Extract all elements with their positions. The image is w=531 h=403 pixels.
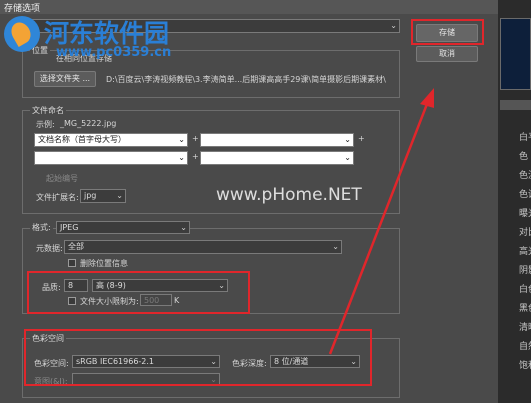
right-panel-label: 色温: [519, 171, 531, 181]
chevron-down-icon: ⌄: [178, 135, 185, 144]
right-panel-label: 白色: [519, 285, 531, 295]
chevron-down-icon: ⌄: [116, 191, 123, 200]
format-value: JPEG: [60, 223, 79, 232]
format-label: 格式:: [30, 222, 53, 233]
naming-field-3[interactable]: ⌄: [34, 151, 188, 165]
color-space-highlight: [24, 329, 372, 386]
remove-location-checkbox[interactable]: [68, 259, 76, 267]
cancel-button[interactable]: 取消: [416, 46, 478, 62]
panel-tab[interactable]: [500, 100, 531, 110]
file-naming-title: 文件命名: [30, 105, 66, 116]
chevron-down-icon: ⌄: [390, 21, 397, 30]
example-label: 示例:: [36, 120, 55, 129]
extension-select[interactable]: jpg ⌄: [80, 189, 126, 203]
choose-folder-button[interactable]: 选择文件夹 ...: [34, 71, 96, 87]
save-button-highlight: [411, 19, 484, 45]
folder-path: D:\百度云\李涛视频教程\3.李涛简单...后期课高高手29课\简单摄影后期课…: [106, 75, 386, 84]
watermark-text: www.pHome.NET: [216, 185, 362, 205]
right-panel-label: 黑色: [519, 304, 531, 314]
right-panel-label: 清晰: [519, 323, 531, 333]
start-number-label: 起始编号: [46, 174, 78, 183]
quality-highlight: [27, 271, 250, 314]
plus-icon: +: [358, 134, 365, 143]
right-panel-label: 曝光: [519, 209, 531, 219]
plus-icon: +: [192, 152, 199, 161]
metadata-label: 元数据:: [36, 244, 63, 253]
plus-icon: +: [192, 134, 199, 143]
right-panel-label: 自然: [519, 342, 531, 352]
naming-field-1[interactable]: 文档名称（首字母大写） ⌄: [34, 133, 188, 147]
right-panel-label: 对比: [519, 228, 531, 238]
logo-icon: [4, 16, 40, 52]
naming-field-1-value: 文档名称（首字母大写）: [38, 135, 126, 144]
chevron-down-icon: ⌄: [344, 135, 351, 144]
right-panel-label: 白平: [519, 133, 531, 143]
right-panel-label: 饱和: [519, 361, 531, 371]
remove-location-label: 删除位置信息: [80, 259, 128, 268]
extension-value: jpg: [84, 191, 97, 200]
naming-field-2[interactable]: ⌄: [200, 133, 354, 147]
naming-field-4[interactable]: ⌄: [200, 151, 354, 165]
right-panel-label: 阴影: [519, 266, 531, 276]
thumbnail-preview: [500, 18, 531, 90]
example-value: _MG_5222.jpg: [60, 119, 117, 128]
right-panel-label: 高光: [519, 247, 531, 257]
logo-url: www.pc0359.cn: [56, 45, 172, 60]
chevron-down-icon: ⌄: [344, 153, 351, 162]
extension-label: 文件扩展名:: [36, 193, 79, 202]
chevron-down-icon: ⌄: [178, 153, 185, 162]
watermark-logo: 河东软件园 www.pc0359.cn: [4, 12, 244, 64]
chevron-down-icon: ⌄: [332, 242, 339, 251]
metadata-select[interactable]: 全部 ⌄: [64, 240, 342, 254]
format-select[interactable]: JPEG ⌄: [56, 221, 190, 234]
right-panel-label: 色调: [519, 190, 531, 200]
right-panel-label: 色: [519, 152, 529, 162]
chevron-down-icon: ⌄: [180, 223, 187, 232]
metadata-value: 全部: [68, 242, 84, 251]
